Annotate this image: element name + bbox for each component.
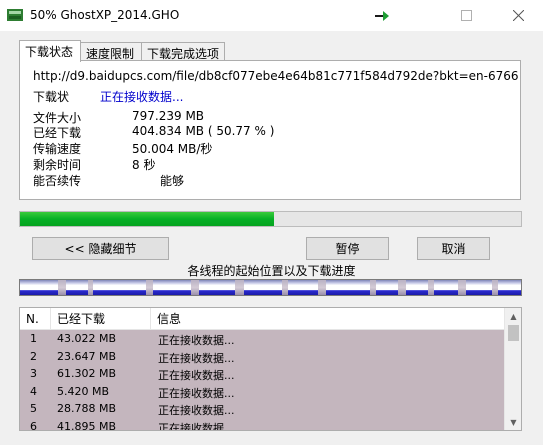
- row-number: 1: [30, 332, 37, 345]
- tab-completion-options[interactable]: 下载完成选项: [141, 42, 225, 61]
- close-icon: [512, 10, 524, 21]
- table-row[interactable]: 1 43.022 MB 正在接收数据...: [20, 330, 504, 348]
- remaining-time-label: 剩余时间: [33, 158, 82, 172]
- thread-gap: [235, 280, 244, 295]
- thread-segment: [199, 280, 235, 295]
- thread-segment: [288, 280, 318, 295]
- resume-value: 能够: [160, 174, 185, 188]
- download-window: 50% GhostXP_2014.GHO 下载状态 速度限制 下载完成选项 ht…: [0, 0, 543, 445]
- row-downloaded: 5.420 MB: [57, 384, 110, 398]
- thread-segment: [244, 280, 282, 295]
- pause-button[interactable]: 暂停: [306, 237, 389, 260]
- list-header: N. 已经下载 信息: [20, 308, 504, 330]
- column-header-number[interactable]: N.: [20, 308, 51, 330]
- row-downloaded: 28.788 MB: [57, 402, 117, 415]
- thread-segment: [406, 280, 428, 295]
- row-number: 4: [30, 384, 37, 398]
- thread-segment: [93, 280, 146, 295]
- threads-caption: 各线程的起始位置以及下载进度: [187, 264, 356, 278]
- row-number: 3: [30, 367, 37, 380]
- downloaded-label: 已经下载: [33, 126, 82, 140]
- thread-segment: [66, 280, 88, 295]
- thread-gap: [398, 280, 406, 295]
- row-info: 正在接收数据...: [158, 386, 235, 400]
- row-downloaded: 23.647 MB: [57, 349, 117, 363]
- column-header-downloaded[interactable]: 已经下载: [51, 308, 151, 330]
- tab-download-status[interactable]: 下载状态: [19, 40, 81, 62]
- close-button[interactable]: [496, 0, 540, 31]
- thread-gap: [318, 280, 326, 295]
- thread-segment: [153, 280, 191, 295]
- title-bar: 50% GhostXP_2014.GHO: [0, 0, 543, 31]
- row-info: 正在接收数据...: [158, 404, 235, 417]
- thread-segment: [434, 280, 458, 295]
- speed-label: 传输速度: [33, 142, 82, 156]
- downloaded-value: 404.834 MB ( 50.77 % ): [132, 124, 275, 138]
- file-size-value: 797.239 MB: [132, 109, 205, 123]
- maximize-icon: [460, 10, 472, 21]
- list-scrollbar[interactable]: ▲ ▼: [504, 308, 521, 430]
- remaining-time-value: 8 秒: [132, 158, 156, 172]
- minimize-icon: [375, 10, 389, 21]
- thread-segment: [326, 280, 370, 295]
- scroll-down-icon[interactable]: ▼: [505, 414, 521, 430]
- row-downloaded: 41.895 MB: [57, 419, 117, 431]
- table-row[interactable]: 6 41.895 MB 正在接收数据...: [20, 417, 504, 431]
- row-downloaded: 43.022 MB: [57, 332, 117, 345]
- row-number: 5: [30, 402, 37, 415]
- thread-gap: [58, 280, 66, 295]
- resume-label: 能否续传: [33, 174, 82, 188]
- thread-progress-bar: [19, 279, 522, 296]
- thread-gap: [191, 280, 199, 295]
- table-row[interactable]: 4 5.420 MB 正在接收数据...: [20, 382, 504, 400]
- thread-segment: [376, 280, 398, 295]
- window-title: 50% GhostXP_2014.GHO: [30, 8, 180, 22]
- progress-fill: [20, 212, 275, 226]
- thread-gap: [146, 280, 153, 295]
- cancel-button[interactable]: 取消: [417, 237, 490, 260]
- download-app-icon: [7, 8, 23, 22]
- row-downloaded: 61.302 MB: [57, 367, 117, 380]
- thread-list: N. 已经下载 信息 1 43.022 MB 正在接收数据... 2 23.64…: [19, 307, 522, 431]
- status-label: 下载状: [33, 90, 70, 104]
- row-info: 正在接收数据...: [158, 334, 235, 347]
- list-rows: 1 43.022 MB 正在接收数据... 2 23.647 MB 正在接收数据…: [20, 330, 504, 431]
- scroll-up-icon[interactable]: ▲: [505, 308, 521, 324]
- thread-segment: [466, 280, 492, 295]
- thread-segment: [498, 280, 521, 295]
- download-progress-bar: [19, 211, 522, 227]
- maximize-button[interactable]: [444, 0, 488, 31]
- thread-gap: [458, 280, 466, 295]
- download-status-panel: http://d9.baidupcs.com/file/db8cf077ebe4…: [19, 60, 521, 200]
- row-number: 2: [30, 349, 37, 363]
- table-row[interactable]: 2 23.647 MB 正在接收数据...: [20, 347, 504, 365]
- scrollbar-thumb[interactable]: [508, 325, 519, 341]
- download-url: http://d9.baidupcs.com/file/db8cf077ebe4…: [33, 69, 518, 83]
- tab-speed-limit[interactable]: 速度限制: [80, 42, 142, 61]
- thread-segment: [20, 280, 58, 295]
- row-info: 正在接收数据...: [158, 369, 235, 382]
- row-info: 正在接收数据...: [158, 421, 235, 431]
- status-value: 正在接收数据...: [100, 90, 184, 104]
- row-info: 正在接收数据...: [158, 351, 235, 365]
- hide-details-button[interactable]: << 隐藏细节: [32, 237, 169, 260]
- row-number: 6: [30, 419, 37, 431]
- minimize-button[interactable]: [355, 0, 399, 31]
- speed-value: 50.004 MB/秒: [132, 142, 213, 156]
- table-row[interactable]: 3 61.302 MB 正在接收数据...: [20, 365, 504, 383]
- table-row[interactable]: 5 28.788 MB 正在接收数据...: [20, 400, 504, 418]
- column-header-info[interactable]: 信息: [151, 308, 504, 330]
